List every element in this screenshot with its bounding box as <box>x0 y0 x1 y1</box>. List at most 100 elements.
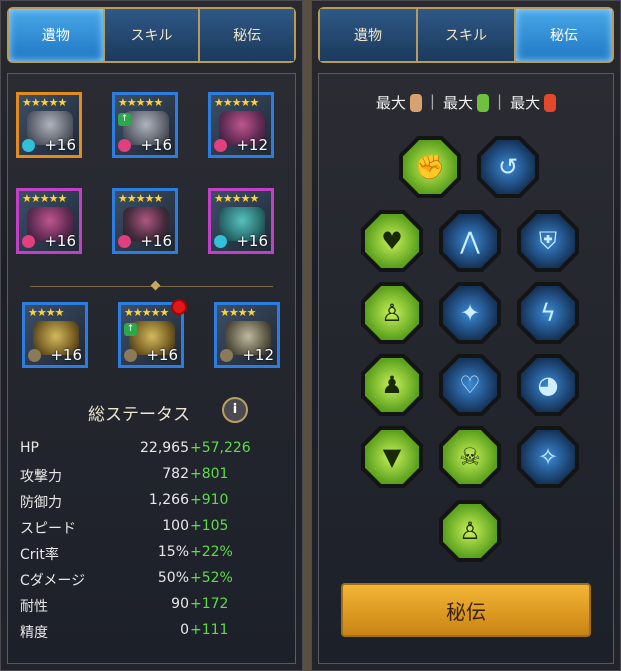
set-icon <box>22 235 35 248</box>
total-stats-title: 総ステータス <box>88 405 190 425</box>
advanced-scroll-icon <box>477 93 489 112</box>
stat-bonus: +172 <box>190 596 229 612</box>
accessory-slot-banner[interactable]: ★★★★ +12 <box>214 302 280 368</box>
accessory-slot-amulet[interactable]: ★★★★★ ↑ +16 <box>118 299 187 368</box>
stat-row-accuracy: 精度 0 +111 <box>20 618 285 644</box>
rating-stars: ★★★★ <box>220 306 256 319</box>
max-label: 最大 <box>510 94 541 112</box>
pray-hands-icon: ⋀ <box>443 214 497 268</box>
gear-slot-shield[interactable]: ★★★★★ +12 <box>208 92 274 158</box>
stat-value: 1,266 <box>148 492 189 508</box>
panel-divider <box>303 0 311 671</box>
stat-row-defense: 防御力 1,266 +910 <box>20 488 285 514</box>
gear-slot-chest[interactable]: ★★★★★ +16 <box>112 188 178 254</box>
gear-level: +16 <box>140 232 172 250</box>
stat-name: 攻撃力 <box>20 469 62 485</box>
gear-level: +16 <box>140 136 172 154</box>
claws-icon: ▼ <box>365 430 419 484</box>
stat-bonus: +111 <box>190 622 229 638</box>
rating-stars: ★★★★★ <box>214 192 259 205</box>
stat-name: Crit率 <box>20 547 59 563</box>
tab-skills[interactable]: スキル <box>102 9 199 61</box>
heart-shield-icon: ♥ <box>365 214 419 268</box>
stat-row-crit-damage: Cダメージ 50% +52% <box>20 566 285 592</box>
rating-stars: ★★★★★ <box>118 96 163 109</box>
walking-figure-icon: ♙ <box>365 286 419 340</box>
shield-icon: ⛨ <box>521 214 575 268</box>
upgrade-arrow-icon: ↑ <box>124 323 137 336</box>
mastery-node-chainheart[interactable]: ♡ <box>439 354 501 416</box>
mastery-node-skull[interactable]: ☠ <box>439 426 501 488</box>
stat-value: 100 <box>162 518 189 534</box>
mastery-node-lightning[interactable]: ϟ <box>517 282 579 344</box>
tab-artifacts[interactable]: 遺物 <box>320 9 416 61</box>
divine-scroll-icon <box>544 93 557 112</box>
mastery-content: 最大 | 最大 | 最大 ✊ ↺ ♥ ⋀ ⛨ ♙ ✦ ϟ ♟ ♡ ◕ ▼ ☠ ✧… <box>318 73 614 664</box>
gear-slot-helmet[interactable]: ★★★★★ ↑ +16 <box>112 92 178 158</box>
mastery-node-crowd[interactable]: ♟ <box>361 354 423 416</box>
stat-bonus: +22% <box>190 544 233 560</box>
stat-bonus: +801 <box>190 466 229 482</box>
set-icon <box>22 139 35 152</box>
rating-stars: ★★★★★ <box>124 306 169 319</box>
faction-icon <box>124 349 137 362</box>
rating-stars: ★★★★★ <box>22 192 67 205</box>
gear-level: +12 <box>236 136 268 154</box>
right-panel: 遺物 スキル 秘伝 最大 | 最大 | 最大 ✊ ↺ ♥ ⋀ ⛨ ♙ ✦ ϟ ♟… <box>311 0 621 671</box>
max-label: 最大 <box>375 94 406 112</box>
stat-name: スピード <box>20 521 76 537</box>
notification-dot-icon <box>171 299 187 315</box>
mastery-node-pray[interactable]: ⋀ <box>439 210 501 272</box>
gear-level: +16 <box>50 346 82 364</box>
max-basic-scroll: 最大 <box>376 92 422 113</box>
info-icon[interactable]: i <box>222 397 248 423</box>
swirl-icon: ↺ <box>481 140 535 194</box>
mastery-node-heart[interactable]: ♥ <box>361 210 423 272</box>
angry-eyes-icon: ◕ <box>521 358 575 412</box>
tab-mastery[interactable]: 秘伝 <box>198 9 295 61</box>
faction-icon <box>28 349 41 362</box>
gear-level: +16 <box>44 136 76 154</box>
max-advanced-scroll: 最大 <box>443 92 489 113</box>
upgrade-arrow-icon: ↑ <box>118 113 131 126</box>
stat-value: 50% <box>157 570 189 586</box>
accessory-slot-ring[interactable]: ★★★★ +16 <box>22 302 88 368</box>
diamond-ornament-icon <box>150 280 160 291</box>
mastery-button[interactable]: 秘伝 <box>341 583 591 637</box>
left-panel: 遺物 スキル 秘伝 ★★★★★ +16 ★★★★★ ↑ +16 ★★★★★ +1… <box>0 0 303 671</box>
tab-bar-left: 遺物 スキル 秘伝 <box>7 7 296 63</box>
mastery-node-sparkle[interactable]: ✦ <box>439 282 501 344</box>
stat-row-hp: HP 22,965 +57,226 <box>20 436 285 462</box>
stat-name: Cダメージ <box>20 573 86 589</box>
tab-skills[interactable]: スキル <box>416 9 514 61</box>
stat-bonus: +52% <box>190 570 233 586</box>
stat-row-attack: 攻撃力 782 +801 <box>20 462 285 488</box>
artifact-content: ★★★★★ +16 ★★★★★ ↑ +16 ★★★★★ +12 ★★★★★ +1… <box>7 73 296 664</box>
stat-value: 782 <box>162 466 189 482</box>
mastery-node-claws[interactable]: ▼ <box>361 426 423 488</box>
set-icon <box>118 235 131 248</box>
mastery-node-eyes[interactable]: ◕ <box>517 354 579 416</box>
mastery-node-star[interactable]: ✧ <box>517 426 579 488</box>
mastery-node-swirl[interactable]: ↺ <box>477 136 539 198</box>
mastery-node-fist[interactable]: ✊ <box>399 136 461 198</box>
mastery-node-walker[interactable]: ♙ <box>361 282 423 344</box>
lightning-icon: ϟ <box>521 286 575 340</box>
stat-value: 22,965 <box>140 440 189 456</box>
tab-mastery[interactable]: 秘伝 <box>514 9 612 61</box>
gear-slot-boots[interactable]: ★★★★★ +16 <box>208 188 274 254</box>
rating-stars: ★★★★ <box>28 306 64 319</box>
gear-level: +16 <box>146 346 178 364</box>
faction-icon <box>220 349 233 362</box>
mastery-node-shield[interactable]: ⛨ <box>517 210 579 272</box>
gear-slot-weapon[interactable]: ★★★★★ +16 <box>16 92 82 158</box>
gear-slot-gloves[interactable]: ★★★★★ +16 <box>16 188 82 254</box>
max-divine-scroll: 最大 <box>510 92 557 113</box>
separator: | <box>497 92 503 110</box>
mastery-node-strongman[interactable]: ♙ <box>439 500 501 562</box>
rating-stars: ★★★★★ <box>214 96 259 109</box>
stat-name: 精度 <box>20 625 48 641</box>
stat-row-speed: スピード 100 +105 <box>20 514 285 540</box>
set-icon <box>214 139 227 152</box>
tab-artifacts[interactable]: 遺物 <box>9 9 103 61</box>
